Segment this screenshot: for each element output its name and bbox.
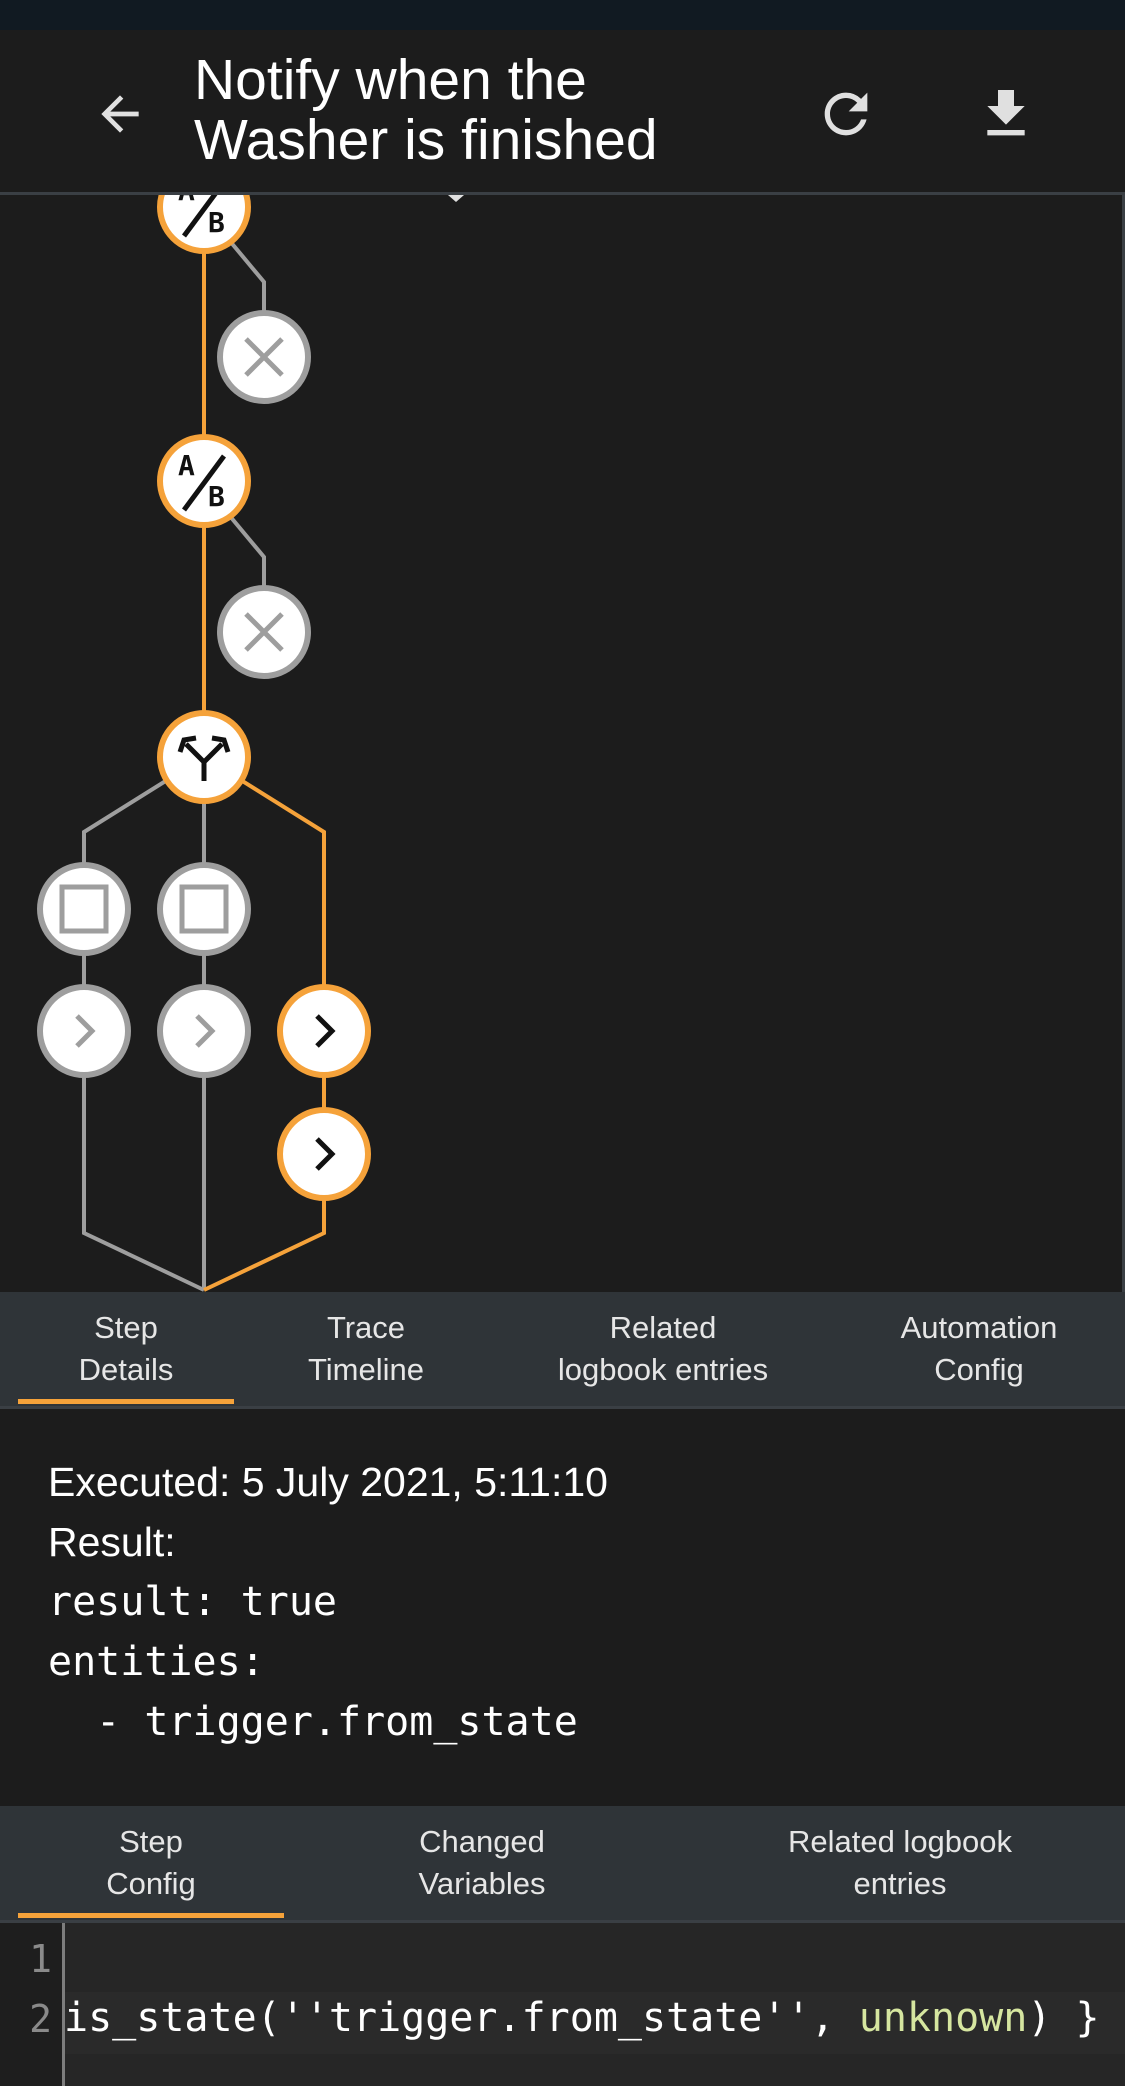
tab-changed-variables-label: Changed Variables [418,1824,546,1901]
line-number: 1 [29,1937,52,1981]
tab-automation-config[interactable]: Automation Config [868,1292,1090,1406]
tab-step-details[interactable]: Step Details [18,1292,234,1406]
node-option-1-action[interactable] [37,984,131,1078]
node-condition-1-fail[interactable] [217,310,311,404]
tab-step-config[interactable]: Step Config [18,1806,284,1920]
svg-text:B: B [208,480,225,513]
code-token: is_state( [64,1995,281,2041]
back-button[interactable] [80,74,160,154]
code-token: , [810,1995,859,2041]
page-title: Notify when the Washer is finished [194,48,658,172]
svg-text:B: B [208,206,225,239]
status-bar [0,0,1125,30]
download-icon [987,90,1025,136]
node-choose[interactable] [157,710,251,804]
refresh-button[interactable] [806,74,886,154]
trace-graph-svg: A B A B [37,195,464,1292]
trace-graph: A B A B [0,195,1125,1292]
yaml-line: result: true [48,1579,337,1625]
svg-text:A: A [178,449,195,482]
code-string: ''trigger.from_state'' [280,1995,811,2041]
active-tab-indicator [18,1399,234,1404]
tab-trace-timeline[interactable]: Trace Timeline [256,1292,476,1406]
code-editor[interactable]: 1 2 is_state(''trigger.from_state'', unk… [0,1923,1125,2086]
trace-tabs: Step Details Trace Timeline Related logb… [0,1292,1125,1409]
step-details-panel: Executed: 5 July 2021, 5:11:10 Result: r… [0,1409,1125,1806]
step-tabs: Step Config Changed Variables Related lo… [0,1806,1125,1923]
svg-text:A: A [178,195,195,207]
tab-trace-timeline-label: Trace Timeline [308,1310,424,1387]
node-default-action-2[interactable] [277,1107,371,1201]
node-condition-1[interactable]: A B [157,195,251,254]
tab-automation-config-label: Automation Config [900,1310,1058,1387]
code-line-2: is_state(''trigger.from_state'', unknown… [64,1995,1100,2041]
code-arg: unknown [858,1995,1028,2041]
executed-text: Executed: 5 July 2021, 5:11:10 [48,1459,608,1505]
node-default-action-1[interactable] [277,984,371,1078]
refresh-icon [824,92,868,136]
line-number: 2 [29,1997,52,2041]
chevron-down-icon [448,195,464,202]
tab-changed-variables[interactable]: Changed Variables [372,1806,592,1920]
tab-related-logbook-entries-label: Related logbook entries [787,1824,1013,1901]
yaml-line: entities: [48,1639,265,1685]
active-tab-indicator [18,1913,284,1918]
download-button[interactable] [966,74,1046,154]
tab-step-details-label: Step Details [78,1310,174,1387]
line-number-gutter: 1 2 [0,1923,65,2086]
app-bar: Notify when the Washer is finished [0,30,1125,195]
node-option-2-action[interactable] [157,984,251,1078]
node-condition-2[interactable]: A B [157,434,251,528]
arrow-left-icon [101,95,139,133]
tab-related-logbook-entries[interactable]: Related logbook entries [740,1806,1060,1920]
tab-step-config-label: Step Config [106,1824,196,1901]
result-label: Result: [48,1519,176,1565]
tab-related-logbook-label: Related logbook entries [557,1310,769,1387]
node-option-2-condition[interactable] [157,862,251,956]
node-condition-2-fail[interactable] [217,585,311,679]
code-token: ) } [1027,1995,1100,2041]
tab-related-logbook[interactable]: Related logbook entries [530,1292,796,1406]
node-option-1-condition[interactable] [37,862,131,956]
yaml-line: - trigger.from_state [48,1699,578,1745]
